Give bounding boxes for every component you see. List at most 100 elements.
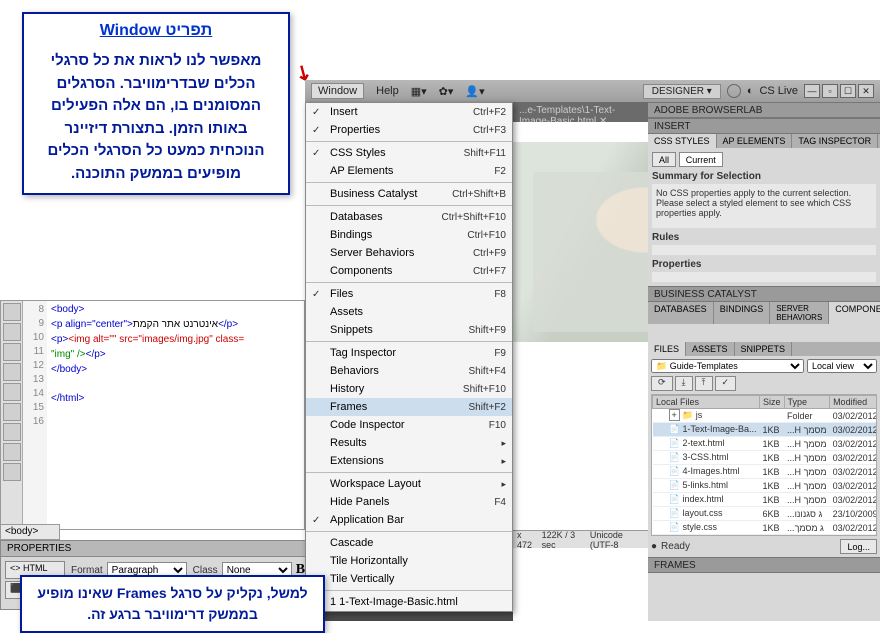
site-select[interactable]: 📁 Guide-Templates (651, 359, 804, 373)
layout-icon[interactable]: ▦▾ (411, 85, 427, 98)
tab-components[interactable]: COMPONENTS (829, 302, 880, 324)
file-row[interactable]: 📄1-Text-Image-Ba...1KB...H מסמך03/02/201… (653, 423, 878, 437)
summary-text: No CSS properties apply to the current s… (652, 184, 876, 228)
toolbar-btn[interactable] (3, 403, 21, 421)
menubar: Window Help ▦▾ ✿▾ 👤▾ DESIGNER ▾ ◐ CS Liv… (305, 80, 880, 102)
menu-item-snippets[interactable]: SnippetsShift+F9 (306, 321, 512, 339)
file-row[interactable]: 📄4-Images.html1KB...H מסמך03/02/2012 1 (653, 465, 878, 479)
maximize-button[interactable]: ☐ (840, 84, 856, 98)
search-icon[interactable] (727, 84, 741, 98)
menu-item-properties[interactable]: ✓PropertiesCtrl+F3 (306, 121, 512, 139)
code-view[interactable]: 8910111213141516 <body> <p align="center… (0, 300, 305, 530)
cslive-icon[interactable]: ◐ (747, 85, 754, 97)
menu-item-css-styles[interactable]: ✓CSS StylesShift+F11 (306, 144, 512, 162)
menu-item-1-1-text-image-basic-html[interactable]: ✓1 1-Text-Image-Basic.html (306, 593, 512, 611)
col-modified[interactable]: Modified (830, 396, 877, 409)
current-button[interactable]: Current (679, 152, 723, 167)
toolbar-btn[interactable] (3, 343, 21, 361)
menu-item-workspace-layout[interactable]: Workspace Layout▸ (306, 475, 512, 493)
files-table: Local Files Size Type Modified +📁jsFolde… (652, 395, 877, 535)
menu-item-components[interactable]: ComponentsCtrl+F7 (306, 262, 512, 280)
files-toolbar-btn[interactable]: ⤒ (695, 376, 713, 391)
minimize-button[interactable]: — (804, 84, 820, 98)
file-row[interactable]: 📄3-CSS.html1KB...H מסמך03/02/2012 1 (653, 451, 878, 465)
files-toolbar-btn[interactable]: ⟳ (651, 376, 673, 391)
menu-item-results[interactable]: Results▸ (306, 434, 512, 452)
file-row[interactable]: 📄index.html1KB...H מסמך03/02/2012 1 (653, 493, 878, 507)
menu-item-assets[interactable]: Assets (306, 303, 512, 321)
file-row[interactable]: 📄5-links.html1KB...H מסמך03/02/2012 1 (653, 479, 878, 493)
toolbar-btn[interactable] (3, 463, 21, 481)
tab-snippets[interactable]: SNIPPETS (735, 342, 793, 356)
menu-item-hide-panels[interactable]: Hide PanelsF4 (306, 493, 512, 511)
menu-item-application-bar[interactable]: ✓Application Bar (306, 511, 512, 529)
gear-icon[interactable]: ✿▾ (439, 85, 454, 98)
annotation-body: למשל, נקליק על סרגל Frames שאינו מופיע ב… (32, 583, 313, 625)
workspace-switcher[interactable]: DESIGNER ▾ (643, 84, 721, 99)
cslive-label[interactable]: CS Live (759, 85, 798, 97)
file-row[interactable]: 📄style.css1KB...ג מסמך03/02/2012 1 (653, 521, 878, 535)
file-row[interactable]: 📄2-text.html1KB...H מסמך03/02/2012 1 (653, 437, 878, 451)
tab-databases[interactable]: DATABASES (648, 302, 714, 324)
toolbar-btn[interactable] (3, 423, 21, 441)
menu-item-files[interactable]: ✓FilesF8 (306, 285, 512, 303)
menu-item-frames[interactable]: FramesShift+F2 (306, 398, 512, 416)
toolbar-btn[interactable] (3, 383, 21, 401)
tab-css-styles[interactable]: CSS STYLES (648, 134, 717, 148)
tab-tag-inspector[interactable]: TAG INSPECTOR (792, 134, 878, 148)
files-toolbar-btn[interactable]: ⤓ (675, 376, 693, 391)
right-panels: ADOBE BROWSERLAB INSERT CSS STYLES AP EL… (648, 102, 880, 621)
tag-selector[interactable]: <body> (0, 524, 60, 540)
summary-header: Summary for Selection (652, 171, 876, 182)
log-button[interactable]: Log... (840, 539, 877, 554)
line-gutter: 8910111213141516 (23, 301, 47, 529)
user-icon[interactable]: 👤▾ (465, 85, 484, 98)
code-text[interactable]: <body> <p align="center">אינטרנט אתר הקמ… (47, 301, 304, 529)
toolbar-btn[interactable] (3, 323, 21, 341)
toolbar-btn[interactable] (3, 443, 21, 461)
menu-item-ap-elements[interactable]: AP ElementsF2 (306, 162, 512, 180)
menu-item-extensions[interactable]: Extensions▸ (306, 452, 512, 470)
file-row[interactable]: 📄layout.css6KB...ג סגנונו23/10/2009 1 (653, 507, 878, 521)
format-label: Format (71, 565, 103, 576)
menu-item-tile-horizontally[interactable]: Tile Horizontally (306, 552, 512, 570)
menu-item-insert[interactable]: ✓InsertCtrl+F2 (306, 103, 512, 121)
tab-server-behaviors[interactable]: SERVER BEHAVIORS (770, 302, 829, 324)
panel-browserlab[interactable]: ADOBE BROWSERLAB (648, 102, 880, 118)
restore-button[interactable]: ▫ (822, 84, 838, 98)
files-toolbar-btn[interactable]: ✓ (715, 376, 737, 391)
menu-item-server-behaviors[interactable]: Server BehaviorsCtrl+F9 (306, 244, 512, 262)
close-button[interactable]: ✕ (858, 84, 874, 98)
menu-item-tile-vertically[interactable]: Tile Vertically (306, 570, 512, 588)
tab-files[interactable]: FILES (648, 342, 686, 356)
menu-item-tag-inspector[interactable]: Tag InspectorF9 (306, 344, 512, 362)
document-tab[interactable]: ...e-Templates\1-Text-Image-Basic.html ✕ (513, 102, 648, 122)
menu-item-behaviors[interactable]: BehaviorsShift+F4 (306, 362, 512, 380)
toolbar-btn[interactable] (3, 303, 21, 321)
menu-item-databases[interactable]: DatabasesCtrl+Shift+F10 (306, 208, 512, 226)
menu-item-history[interactable]: HistoryShift+F10 (306, 380, 512, 398)
file-row[interactable]: +📁jsFolder03/02/2012 1 (653, 409, 878, 423)
panel-frames[interactable]: FRAMES (648, 557, 880, 573)
col-local-files[interactable]: Local Files (653, 396, 760, 409)
status-bar: x 472 122K / 3 sec Unicode (UTF-8 (513, 530, 648, 548)
panel-business-catalyst[interactable]: BUSINESS CATALYST (648, 286, 880, 302)
toolbar-btn[interactable] (3, 363, 21, 381)
panel-insert[interactable]: INSERT (648, 118, 880, 134)
col-type[interactable]: Type (784, 396, 830, 409)
menu-item-business-catalyst[interactable]: Business CatalystCtrl+Shift+B (306, 185, 512, 203)
tab-ap-elements[interactable]: AP ELEMENTS (717, 134, 793, 148)
properties-header: Properties (652, 259, 876, 270)
menu-item-cascade[interactable]: Cascade (306, 534, 512, 552)
view-select[interactable]: Local view (807, 359, 877, 373)
col-size[interactable]: Size (760, 396, 785, 409)
menu-help[interactable]: Help (376, 85, 399, 97)
app-window: Window Help ▦▾ ✿▾ 👤▾ DESIGNER ▾ ◐ CS Liv… (305, 80, 880, 621)
all-button[interactable]: All (652, 152, 676, 167)
tab-bindings[interactable]: BINDINGS (714, 302, 771, 324)
tab-assets[interactable]: ASSETS (686, 342, 735, 356)
status-dims: x 472 (517, 530, 536, 550)
menu-item-code-inspector[interactable]: Code InspectorF10 (306, 416, 512, 434)
menu-item-bindings[interactable]: BindingsCtrl+F10 (306, 226, 512, 244)
menu-window[interactable]: Window (311, 83, 364, 99)
